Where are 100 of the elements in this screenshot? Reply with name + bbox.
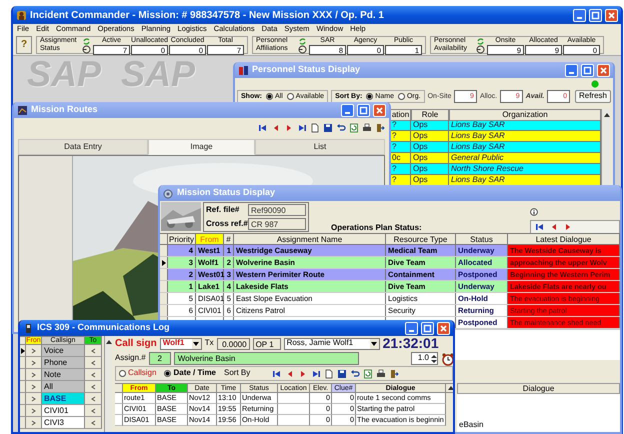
column-header[interactable]: Organization: [449, 109, 601, 121]
maximize-button[interactable]: [589, 8, 602, 22]
column-header[interactable]: Latest Dialogue: [508, 233, 620, 245]
close-button[interactable]: [373, 104, 386, 116]
scrollbar[interactable]: [104, 336, 112, 432]
maximize-button[interactable]: [581, 64, 594, 76]
table-row[interactable]: ? Ops Lions Bay SAR: [390, 120, 601, 131]
table-row[interactable]: 0c Ops General Public: [390, 153, 601, 164]
dial-icon[interactable]: [476, 45, 485, 54]
minimize-button[interactable]: [405, 322, 418, 334]
column-header[interactable]: Dialogue: [457, 383, 620, 394]
exit-door-icon[interactable]: [389, 368, 400, 378]
list-row[interactable]: CIVI01: [20, 405, 104, 417]
list-cell: CIVI01: [42, 405, 85, 417]
send-to-button[interactable]: [85, 357, 102, 369]
close-button[interactable]: [597, 64, 610, 76]
list-row[interactable]: All: [20, 381, 104, 393]
send-from-button[interactable]: [26, 381, 42, 393]
send-from-button[interactable]: [26, 357, 42, 369]
radio-option[interactable]: Date / Time: [164, 369, 216, 378]
tx-field[interactable]: 0.0000: [216, 338, 250, 350]
dial-icon[interactable]: [298, 45, 307, 54]
maximize-button[interactable]: [421, 322, 434, 334]
list-row[interactable]: BASE: [20, 393, 104, 405]
assignment-name-field[interactable]: Wolverine Basin: [174, 352, 359, 365]
list-row[interactable]: Voice: [20, 345, 104, 357]
tab[interactable]: Data Entry: [18, 139, 148, 155]
minimize-icon: [409, 330, 414, 332]
undo-icon[interactable]: [336, 123, 346, 133]
operator-dropdown[interactable]: Ross, Jamie Wolf1: [284, 338, 380, 350]
close-button[interactable]: [605, 8, 618, 22]
send-to-button[interactable]: [85, 381, 102, 393]
refresh-icon[interactable]: [363, 368, 374, 378]
printer-icon[interactable]: [376, 368, 386, 378]
minimize-button[interactable]: [341, 104, 354, 116]
column-header[interactable]: Resource Type: [386, 233, 456, 245]
close-button[interactable]: [437, 322, 450, 334]
first-record-icon[interactable]: [258, 123, 268, 133]
last-record-icon[interactable]: [311, 368, 322, 378]
list-row[interactable]: Note: [20, 369, 104, 381]
up-arrow-icon[interactable]: [602, 111, 610, 119]
close-icon: [607, 10, 616, 20]
dial-icon[interactable]: [82, 45, 91, 54]
last-record-icon[interactable]: [297, 123, 307, 133]
assignment-number-field[interactable]: 2: [148, 352, 171, 365]
send-from-button[interactable]: [26, 405, 42, 417]
field-label: Assign.#: [115, 354, 146, 363]
minimize-button[interactable]: [565, 64, 578, 76]
window-title: Mission Routes: [31, 105, 99, 115]
op-field[interactable]: OP 1: [252, 338, 281, 350]
table-cell: [278, 404, 310, 415]
info-icon[interactable]: [530, 208, 538, 216]
undo-icon[interactable]: [350, 368, 360, 378]
list-row[interactable]: Phone: [20, 357, 104, 369]
minimize-button[interactable]: [573, 8, 586, 22]
window-icon: [23, 322, 34, 334]
column-header[interactable]: Status: [456, 233, 508, 245]
send-to-button[interactable]: [85, 345, 102, 357]
scrollbar[interactable]: [601, 109, 611, 186]
first-record-icon[interactable]: [535, 222, 545, 232]
interval-spinner[interactable]: 1.0: [410, 352, 438, 365]
new-document-icon[interactable]: [324, 368, 334, 378]
send-to-button[interactable]: [85, 369, 102, 381]
table-row[interactable]: ? Ops North Shore Rescue: [390, 164, 601, 175]
send-from-button[interactable]: [26, 345, 42, 357]
maximize-button[interactable]: [357, 104, 370, 116]
maximize-icon: [583, 66, 592, 74]
list-row[interactable]: CIVI3: [20, 417, 104, 429]
scrollbar[interactable]: [446, 383, 453, 393]
printer-icon[interactable]: [362, 123, 372, 133]
send-to-button[interactable]: [85, 417, 102, 429]
minimize-icon: [569, 72, 574, 74]
radio-option[interactable]: Callsign: [119, 369, 156, 378]
exit-door-icon[interactable]: [375, 123, 385, 133]
tab[interactable]: List: [255, 139, 385, 155]
send-from-button[interactable]: [26, 369, 42, 381]
window-icon: [17, 104, 28, 116]
tab[interactable]: Image: [148, 139, 255, 155]
call-sign-dropdown[interactable]: Wolf1: [160, 338, 202, 350]
column-header[interactable]: ation: [390, 109, 411, 121]
up-arrow-icon[interactable]: [105, 338, 112, 345]
maximize-icon: [359, 106, 368, 114]
refresh-button[interactable]: Refresh: [574, 90, 611, 103]
field-label: Tx: [204, 339, 214, 348]
table-row[interactable]: ? Ops Lions Bay SAR: [390, 142, 601, 153]
send-from-button[interactable]: [26, 417, 42, 429]
table-row[interactable]: ? Ops Lions Bay SAR: [390, 131, 601, 142]
row-selector[interactable]: [20, 345, 26, 357]
help-button[interactable]: ?: [16, 36, 32, 54]
send-to-button[interactable]: [85, 393, 102, 405]
send-to-button[interactable]: [85, 405, 102, 417]
alarm-clock-icon[interactable]: [441, 352, 453, 366]
table-row[interactable]: ? Ops Lions Bay SAR: [390, 175, 601, 186]
first-record-icon[interactable]: [272, 368, 282, 378]
refresh-icon[interactable]: [349, 123, 359, 133]
window-title: Personnel Status Display: [252, 65, 362, 75]
up-arrow-icon[interactable]: [446, 385, 453, 391]
send-from-button[interactable]: [26, 393, 42, 405]
new-document-icon[interactable]: [310, 123, 320, 133]
column-header[interactable]: Role: [411, 109, 449, 121]
